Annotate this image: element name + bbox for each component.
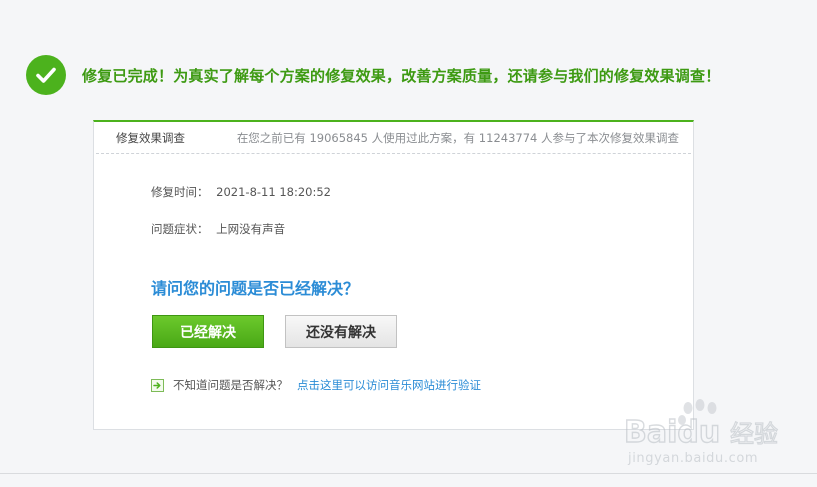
survey-stats: 在您之前已有 19065845 人使用过此方案，有 11243774 人参与了本… <box>236 130 679 145</box>
survey-card-header: 修复效果调查 在您之前已有 19065845 人使用过此方案，有 1124377… <box>96 122 691 154</box>
symptom-label: 问题症状： <box>151 222 209 236</box>
success-message: 修复已完成！为真实了解每个方案的修复效果，改善方案质量，还请参与我们的修复效果调… <box>82 66 721 85</box>
watermark-brand: Baidu <box>624 415 720 450</box>
survey-card: 修复效果调查 在您之前已有 19065845 人使用过此方案，有 1124377… <box>93 120 694 430</box>
checkmark-icon <box>26 55 66 95</box>
arrow-right-icon <box>151 378 164 392</box>
success-header: 修复已完成！为真实了解每个方案的修复效果，改善方案质量，还请参与我们的修复效果调… <box>26 55 720 95</box>
resolved-button[interactable]: 已经解决 <box>152 315 264 348</box>
verify-row: 不知道问题是否解决？ 点击这里可以访问音乐网站进行验证 <box>151 377 481 393</box>
repair-time-label: 修复时间： <box>151 185 209 199</box>
symptom-row: 问题症状： 上网没有声音 <box>151 221 285 237</box>
unresolved-button[interactable]: 还没有解决 <box>285 315 397 348</box>
watermark-brand-cn: 经验 <box>730 420 778 448</box>
symptom-value: 上网没有声音 <box>216 222 286 236</box>
repair-complete-page: 修复已完成！为真实了解每个方案的修复效果，改善方案质量，还请参与我们的修复效果调… <box>0 0 817 487</box>
verify-question: 不知道问题是否解决？ <box>173 378 288 392</box>
repair-time-value: 2021-8-11 18:20:52 <box>216 185 331 199</box>
survey-title: 修复效果调查 <box>116 130 185 145</box>
verify-link[interactable]: 点击这里可以访问音乐网站进行验证 <box>297 377 481 393</box>
watermark-url: jingyan.baidu.com <box>627 451 758 466</box>
repair-time-row: 修复时间： 2021-8-11 18:20:52 <box>151 184 331 200</box>
bottom-divider <box>0 473 817 474</box>
baidu-jingyan-watermark: Baidu 经验 jingyan.baidu.com <box>623 399 779 466</box>
resolution-question: 请问您的问题是否已经解决？ <box>151 279 360 298</box>
